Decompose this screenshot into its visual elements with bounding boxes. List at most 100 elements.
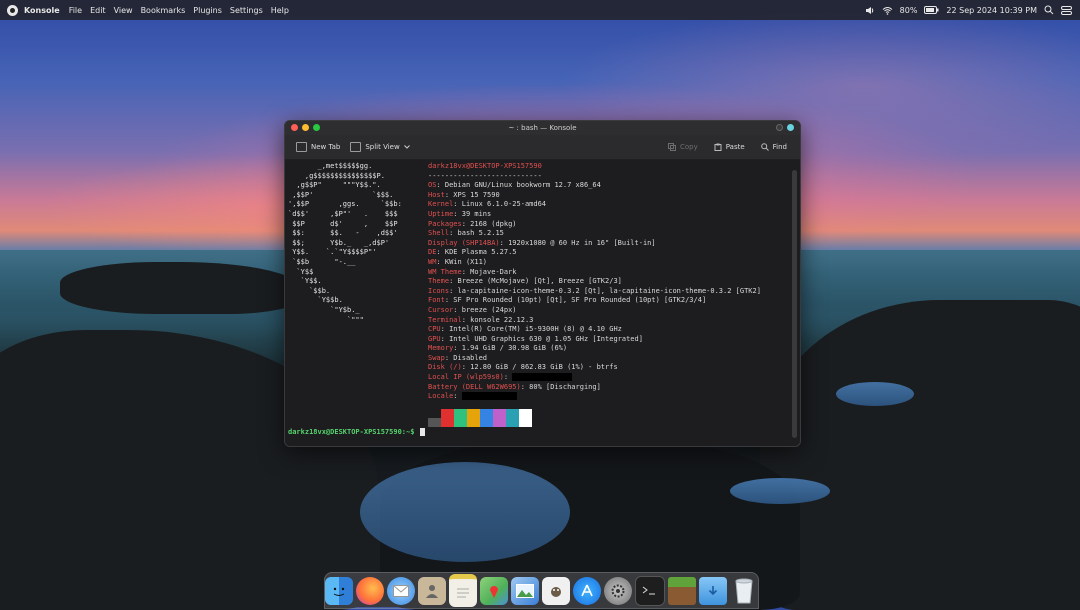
info-colon: : (436, 257, 445, 266)
info-key: Kernel (428, 200, 454, 209)
chevron-down-icon (403, 145, 410, 149)
info-key: Terminal (428, 315, 462, 324)
info-colon: : (436, 181, 445, 190)
wallpaper-rock (60, 262, 300, 314)
wallpaper-pool (836, 382, 914, 406)
info-colon: : (461, 363, 471, 372)
terminal-area[interactable]: _,met$$$$$gg. ,g$$$$$$$$$$$$$$$P. ,g$$P"… (285, 160, 788, 446)
copy-button[interactable]: Copy (663, 143, 703, 151)
split-view-button[interactable]: Split View (345, 142, 414, 152)
new-tab-icon (296, 142, 307, 152)
menu-plugins[interactable]: Plugins (193, 6, 222, 15)
photos-icon[interactable] (511, 576, 539, 605)
info-line: Cursor: breeze (24px) (428, 306, 788, 316)
logo-line: `$$b. (288, 286, 331, 295)
info-key: Packages (428, 219, 462, 228)
firefox-icon[interactable] (356, 576, 384, 605)
maximize-button[interactable] (313, 124, 320, 131)
logo-line: _,met$$$$$gg. (288, 162, 373, 170)
info-key: CPU (428, 325, 441, 334)
info-line: Swap: Disabled (428, 354, 788, 364)
notes-icon[interactable] (449, 574, 477, 607)
logo-line: ,g$$$$$$$$$$$$$$$P. (288, 171, 385, 180)
separator-line: --------------------------- (428, 171, 542, 180)
volume-icon[interactable] (865, 6, 875, 15)
toolbar-right: Copy Paste Find (663, 143, 792, 151)
info-value: KDE Plasma 5.27.5 (444, 248, 517, 257)
logo-line: `Y$$. (288, 277, 322, 286)
info-colon: : (449, 277, 458, 286)
info-line: Memory: 1.94 GiB / 30.98 GiB (6%) (428, 344, 788, 354)
paste-button[interactable]: Paste (709, 143, 750, 151)
info-value: bash 5.2.15 (457, 229, 504, 238)
logo-line: `""" (288, 315, 364, 324)
info-colon: : (461, 219, 471, 228)
menu-settings[interactable]: Settings (230, 6, 263, 15)
menu-bar: Konsole File Edit View Bookmarks Plugins… (0, 0, 1080, 20)
info-value: la-capitaine-icon-theme-0.3.2 [Qt], la-c… (457, 286, 761, 295)
terminal-icon[interactable] (635, 575, 665, 606)
minecraft-icon[interactable] (668, 576, 696, 605)
menu-help[interactable]: Help (271, 6, 289, 15)
app-store-icon[interactable] (573, 576, 601, 605)
info-key: Battery (DELL W62W695) (428, 382, 521, 391)
contacts-icon[interactable] (418, 576, 446, 605)
info-key: Memory (428, 344, 454, 353)
keep-above-button[interactable] (776, 124, 783, 131)
maps-icon[interactable] (480, 576, 508, 605)
info-key: WM Theme (428, 267, 462, 276)
search-icon[interactable] (1044, 5, 1054, 15)
info-colon: : (453, 200, 462, 209)
palette-swatch (428, 418, 441, 427)
battery-percent: 80% (899, 5, 918, 15)
info-key: Icons (428, 286, 450, 295)
clock[interactable]: 22 Sep 2024 10:39 PM (946, 6, 1037, 15)
palette-swatch (493, 409, 506, 427)
wifi-icon[interactable] (882, 6, 893, 15)
system-settings-icon[interactable] (604, 576, 632, 605)
info-line: Icons: la-capitaine-icon-theme-0.3.2 [Qt… (428, 287, 788, 297)
mail-icon[interactable] (387, 576, 415, 605)
downloads-folder-icon[interactable] (699, 576, 727, 605)
control-center-icon[interactable] (1061, 5, 1072, 15)
info-line: WM Theme: Mojave-Dark (428, 268, 788, 278)
menu-bookmarks[interactable]: Bookmarks (141, 6, 186, 15)
logo-line: `$$b "-.__ (288, 257, 356, 266)
info-key: Cursor (428, 305, 454, 314)
info-value: Debian GNU/Linux bookworm 12.7 x86_64 (444, 181, 601, 190)
info-lines: OS: Debian GNU/Linux bookworm 12.7 x86_6… (428, 181, 788, 402)
logo-line: $$: $$. - ,d$$' (288, 229, 398, 238)
info-value: konsole 22.12.3 (470, 315, 534, 324)
logo-line: ,g$$P" """Y$$.". (288, 181, 381, 190)
menu-edit[interactable]: Edit (90, 6, 106, 15)
info-line: Battery (DELL W62W695): 80% [Discharging… (428, 383, 788, 393)
logo-line: $$; Y$b._ _,d$P' (288, 238, 390, 247)
logo-line: `Y$$ (288, 267, 314, 276)
terminal-scrollbar[interactable] (792, 170, 797, 438)
shell-prompt[interactable]: darkz18vx@DESKTOP-XPS157590:~$ (288, 428, 425, 438)
app-menu-button[interactable] (787, 124, 794, 131)
system-logo-icon[interactable] (7, 4, 18, 16)
battery-icon[interactable] (924, 6, 939, 14)
new-tab-button[interactable]: New Tab (291, 142, 345, 152)
info-colon: : (503, 373, 513, 382)
info-key: Shell (428, 229, 450, 238)
info-line: Packages: 2168 (dpkg) (428, 220, 788, 230)
text-cursor (419, 428, 425, 436)
finder-icon[interactable] (325, 576, 353, 605)
gimp-icon[interactable] (542, 576, 570, 605)
minimize-button[interactable] (302, 124, 309, 131)
user-host-line: darkz18vx@DESKTOP-XPS157590 (428, 162, 788, 172)
info-value: SF Pro Rounded (10pt) [Qt], SF Pro Round… (453, 296, 707, 305)
info-line: Local IP (wlp59s0): (428, 373, 788, 383)
find-label: Find (772, 143, 787, 151)
info-value: Disabled (453, 353, 488, 362)
menu-view[interactable]: View (114, 6, 133, 15)
info-line: DE: KDE Plasma 5.27.5 (428, 248, 788, 258)
window-titlebar[interactable]: ~ : bash — Konsole (285, 121, 800, 135)
menu-file[interactable]: File (69, 6, 82, 15)
close-button[interactable] (291, 124, 298, 131)
find-button[interactable]: Find (756, 143, 792, 151)
trash-icon[interactable] (730, 577, 758, 605)
menu-app-name[interactable]: Konsole (24, 6, 60, 15)
